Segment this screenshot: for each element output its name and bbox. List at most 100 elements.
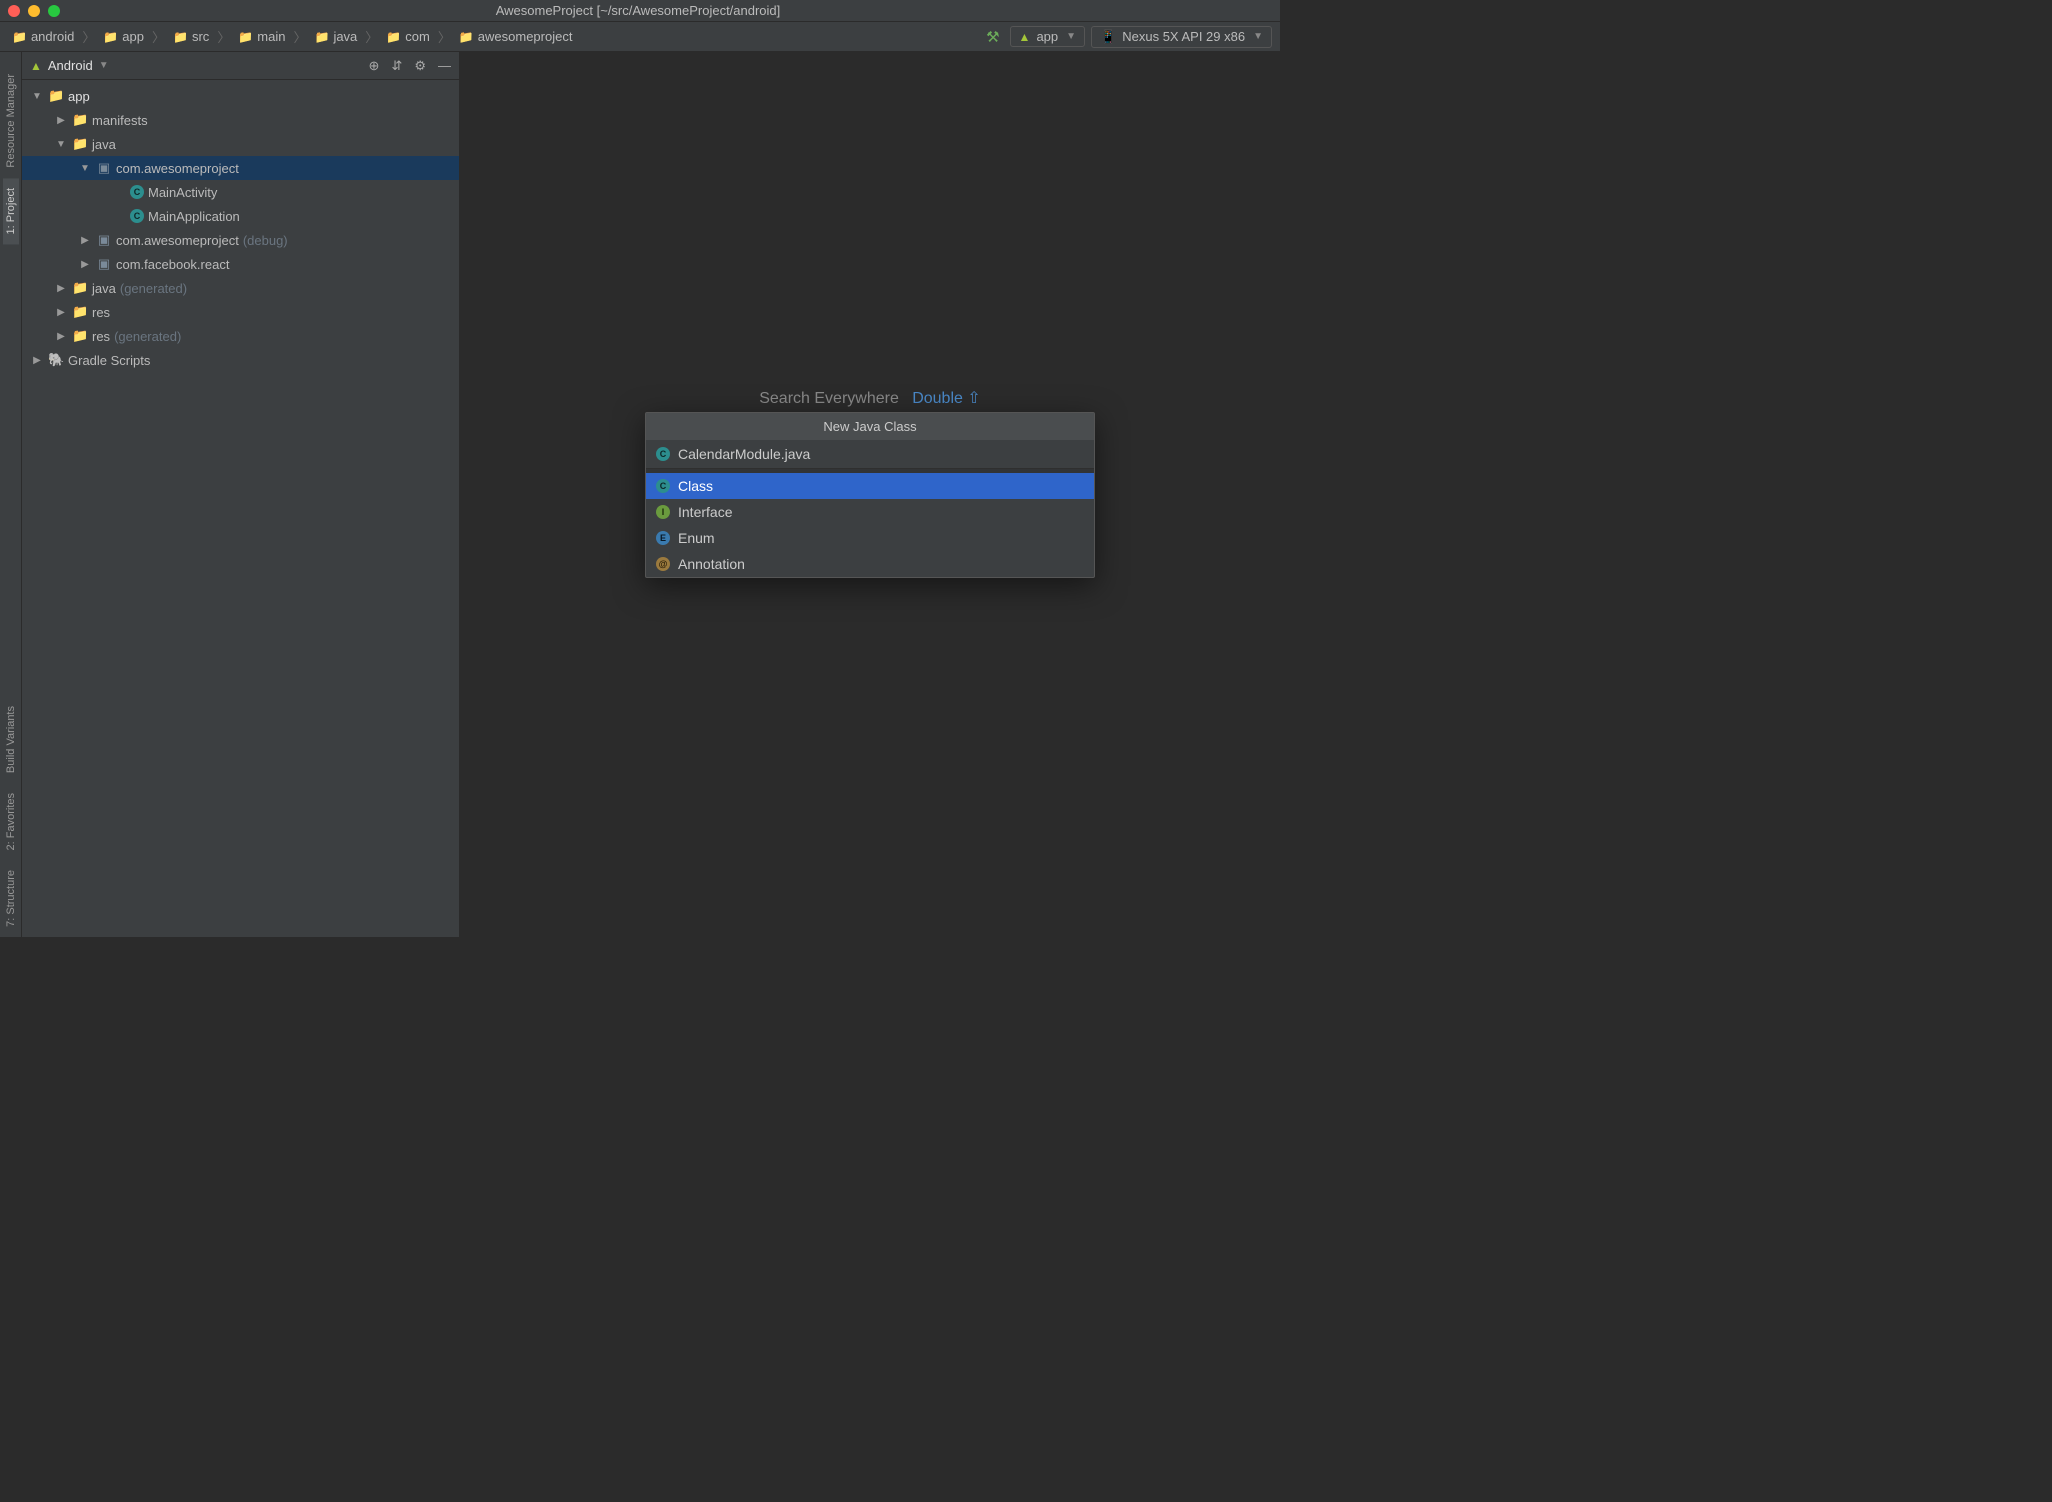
android-icon: ▲ — [30, 59, 42, 73]
folder-icon: 📁 — [72, 112, 88, 128]
tree-node-java[interactable]: 📁 java — [22, 132, 459, 156]
caret-icon[interactable] — [54, 283, 68, 294]
popup-input-row[interactable]: C CalendarModule.java — [646, 440, 1094, 469]
dock-project[interactable]: 1: Project — [3, 178, 19, 244]
popup-item-label: Enum — [678, 530, 715, 546]
run-config-combo[interactable]: ▲ app ▼ — [1010, 26, 1086, 47]
tree-label: res — [92, 305, 110, 320]
popup-kind-list: C Class I Interface E Enum @ Annotation — [646, 473, 1094, 577]
folder-icon: 📁 — [103, 30, 118, 44]
breadcrumb-item[interactable]: 📁 src — [169, 27, 213, 46]
project-panel-header: ▲ Android ▼ ⊕ ⇵ ⚙ — — [22, 52, 459, 80]
tree-node-mainactivity[interactable]: C MainActivity — [22, 180, 459, 204]
tree-node-package-debug[interactable]: ▣ com.awesomeproject (debug) — [22, 228, 459, 252]
new-java-class-popup: New Java Class C CalendarModule.java C C… — [645, 412, 1095, 578]
breadcrumb-item[interactable]: 📁com — [382, 27, 434, 46]
breadcrumb-item[interactable]: 📁android — [8, 27, 78, 46]
tree-node-gradle[interactable]: 🐘 Gradle Scripts — [22, 348, 459, 372]
dock-build-variants[interactable]: Build Variants — [3, 696, 19, 783]
tree-label: res — [92, 329, 110, 344]
breadcrumb-label: src — [192, 29, 209, 44]
collapse-icon[interactable]: ⇵ — [391, 58, 402, 74]
popup-item-class[interactable]: C Class — [646, 473, 1094, 499]
tree-label: com.awesomeproject — [116, 233, 239, 248]
breadcrumb-item[interactable]: 📁awesomeproject — [455, 27, 577, 46]
tree-suffix: (generated) — [114, 329, 181, 344]
package-icon: ▣ — [96, 232, 112, 248]
caret-icon[interactable] — [78, 235, 92, 246]
device-label: Nexus 5X API 29 x86 — [1122, 29, 1245, 44]
folder-icon: 📁 — [173, 30, 188, 44]
breadcrumb-sep: 〉 — [363, 27, 380, 46]
popup-item-label: Annotation — [678, 556, 745, 572]
dock-favorites[interactable]: 2: Favorites — [3, 783, 19, 860]
window-title: AwesomeProject [~/src/AwesomeProject/and… — [4, 3, 1272, 18]
tree-label: manifests — [92, 113, 148, 128]
tree-node-mainapplication[interactable]: C MainApplication — [22, 204, 459, 228]
tree-node-res-generated[interactable]: 📁 res (generated) — [22, 324, 459, 348]
tree-node-manifests[interactable]: 📁 manifests — [22, 108, 459, 132]
caret-icon[interactable] — [30, 91, 44, 102]
caret-icon[interactable] — [78, 163, 92, 174]
device-combo[interactable]: 📱 Nexus 5X API 29 x86 ▼ — [1091, 26, 1272, 48]
hide-icon[interactable]: — — [438, 58, 451, 74]
tree-node-java-generated[interactable]: 📁 java (generated) — [22, 276, 459, 300]
navigation-toolbar: 📁android〉 📁app〉 📁src〉 📁main〉 📁java〉 📁com… — [0, 22, 1280, 52]
breadcrumb-label: main — [257, 29, 285, 44]
tree-node-app[interactable]: 📁 app — [22, 84, 459, 108]
caret-icon[interactable] — [54, 139, 68, 150]
folder-icon: 📁 — [72, 304, 88, 320]
dropdown-arrow-icon[interactable]: ▼ — [99, 60, 109, 71]
toolbar-right: ⚒ ▲ app ▼ 📱 Nexus 5X API 29 x86 ▼ — [986, 26, 1272, 48]
package-icon: ▣ — [96, 160, 112, 176]
breadcrumb-sep: 〉 — [215, 27, 232, 46]
tree-label: app — [68, 89, 90, 104]
popup-item-label: Class — [678, 478, 713, 494]
popup-item-interface[interactable]: I Interface — [646, 499, 1094, 525]
project-view-mode[interactable]: Android — [48, 58, 93, 73]
caret-icon[interactable] — [78, 259, 92, 270]
class-icon: C — [130, 209, 144, 223]
gear-icon[interactable]: ⚙ — [414, 58, 426, 74]
breadcrumb-item[interactable]: 📁 main — [234, 27, 289, 46]
class-icon: C — [130, 185, 144, 199]
tree-node-package-awesome[interactable]: ▣ com.awesomeproject — [22, 156, 459, 180]
popup-class-name-input[interactable]: CalendarModule.java — [678, 446, 810, 462]
breadcrumb-item[interactable]: 📁java — [310, 27, 361, 46]
breadcrumb-item[interactable]: 📁 app — [99, 27, 148, 46]
class-icon: C — [656, 479, 670, 493]
hint-label: Search Everywhere — [759, 390, 899, 407]
tree-node-res[interactable]: 📁 res — [22, 300, 459, 324]
tree-label: com.facebook.react — [116, 257, 229, 272]
build-icon[interactable]: ⚒ — [986, 28, 999, 46]
breadcrumb-label: android — [31, 29, 74, 44]
project-tree[interactable]: 📁 app 📁 manifests 📁 java ▣ com.awesomepr… — [22, 80, 459, 937]
interface-icon: I — [656, 505, 670, 519]
caret-icon[interactable] — [54, 331, 68, 342]
breadcrumb: 📁android〉 📁app〉 📁src〉 📁main〉 📁java〉 📁com… — [8, 27, 986, 46]
left-tool-dock: Resource Manager 1: Project Build Varian… — [0, 52, 22, 937]
dock-structure[interactable]: 7: Structure — [3, 860, 19, 937]
breadcrumb-sep: 〉 — [80, 27, 97, 46]
popup-item-label: Interface — [678, 504, 732, 520]
dock-resource-manager[interactable]: Resource Manager — [3, 64, 19, 178]
caret-icon[interactable] — [54, 307, 68, 318]
gradle-icon: 🐘 — [48, 352, 64, 368]
breadcrumb-sep: 〉 — [291, 27, 308, 46]
popup-item-annotation[interactable]: @ Annotation — [646, 551, 1094, 577]
breadcrumb-label: com — [405, 29, 430, 44]
tree-label: MainActivity — [148, 185, 217, 200]
popup-item-enum[interactable]: E Enum — [646, 525, 1094, 551]
caret-icon[interactable] — [30, 355, 44, 366]
target-icon[interactable]: ⊕ — [369, 58, 380, 74]
folder-icon: 📁 — [238, 30, 253, 44]
tree-label: Gradle Scripts — [68, 353, 150, 368]
titlebar: AwesomeProject [~/src/AwesomeProject/and… — [0, 0, 1280, 22]
tree-node-package-react[interactable]: ▣ com.facebook.react — [22, 252, 459, 276]
enum-icon: E — [656, 531, 670, 545]
tree-label: java — [92, 281, 116, 296]
breadcrumb-label: app — [122, 29, 144, 44]
caret-icon[interactable] — [54, 115, 68, 126]
tree-suffix: (debug) — [243, 233, 288, 248]
run-config-label: app — [1036, 29, 1058, 44]
